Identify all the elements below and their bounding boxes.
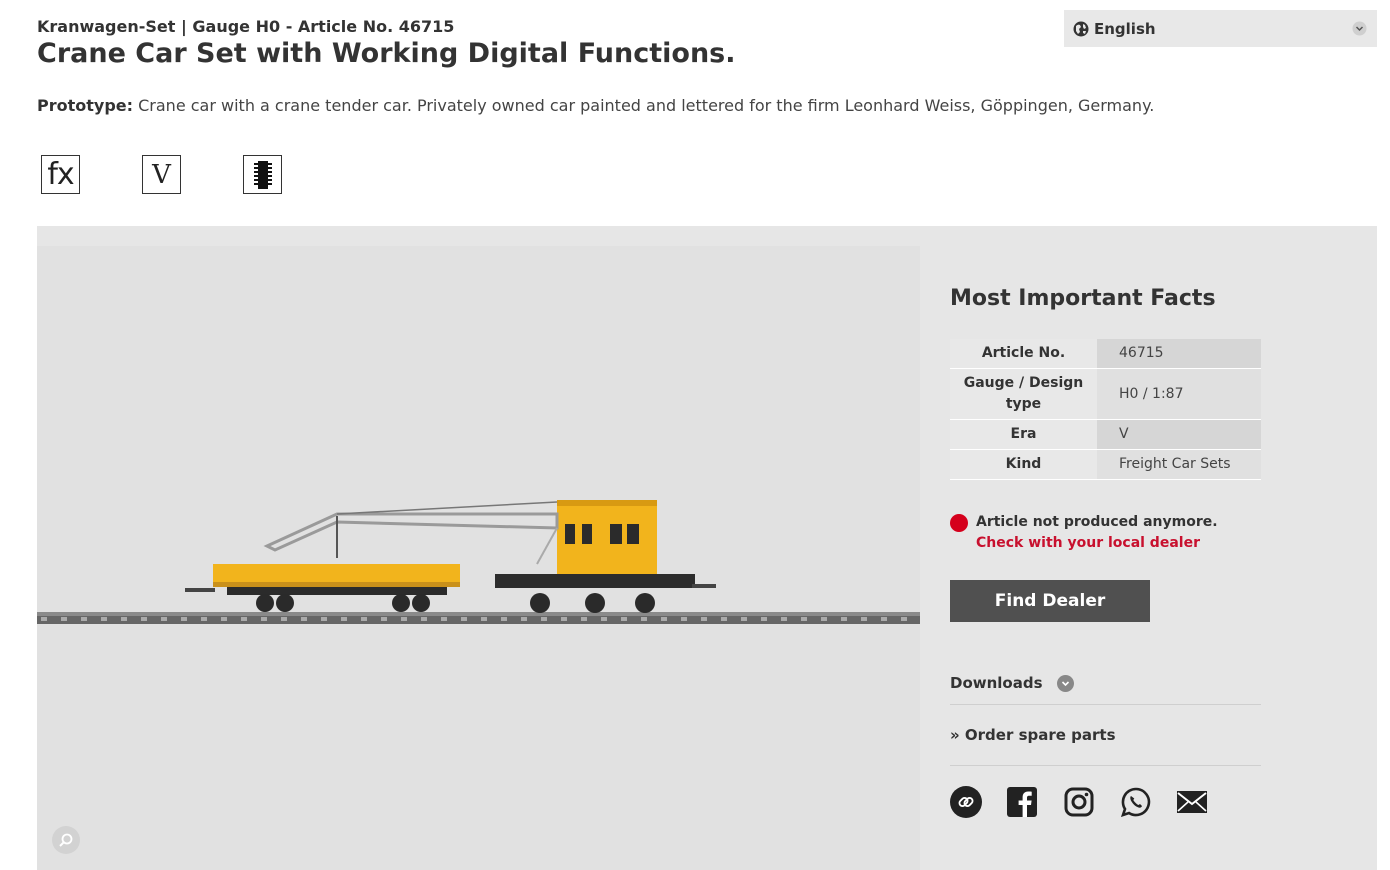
- fact-key: Gauge / Design type: [950, 368, 1097, 420]
- facts-row: Gauge / Design type H0 / 1:87: [950, 368, 1261, 420]
- crane-car-set-image: [37, 500, 920, 624]
- status-dot-icon: [950, 514, 968, 532]
- divider: [950, 765, 1261, 766]
- fx-function-icon[interactable]: fx: [41, 155, 80, 194]
- breadcrumb: Kranwagen-Set | Gauge H0 - Article No. 4…: [37, 17, 455, 36]
- downloads-label: Downloads: [950, 674, 1043, 692]
- status-text: Article not produced anymore.: [976, 514, 1218, 530]
- local-dealer-link[interactable]: Check with your local dealer: [976, 535, 1200, 551]
- instagram-icon[interactable]: [1063, 786, 1095, 818]
- chevron-down-icon: [1352, 21, 1367, 36]
- globe-icon: [1073, 21, 1089, 36]
- fact-value: 46715: [1097, 339, 1261, 369]
- prototype-description: Prototype: Crane car with a crane tender…: [37, 96, 1154, 115]
- fact-value: V: [1097, 419, 1261, 450]
- facts-table: Article No. 46715 Gauge / Design type H0…: [950, 339, 1261, 480]
- order-spare-parts-link[interactable]: » Order spare parts: [950, 726, 1116, 744]
- facts-title: Most Important Facts: [950, 286, 1216, 311]
- digital-decoder-icon[interactable]: [243, 155, 282, 194]
- fx-glyph: fx: [47, 157, 74, 192]
- fact-key: Era: [950, 419, 1097, 450]
- era-v-icon[interactable]: V: [142, 155, 181, 194]
- copy-link-icon[interactable]: [950, 786, 982, 818]
- whatsapp-icon[interactable]: [1120, 786, 1152, 818]
- fact-key: Kind: [950, 449, 1097, 480]
- facts-row: Article No. 46715: [950, 339, 1261, 369]
- prototype-text: Crane car with a crane tender car. Priva…: [133, 96, 1155, 115]
- era-glyph: V: [152, 159, 171, 190]
- facts-row: Kind Freight Car Sets: [950, 449, 1261, 480]
- language-label: English: [1094, 19, 1156, 38]
- chip-icon: [253, 160, 272, 189]
- zoom-button[interactable]: [52, 826, 80, 854]
- prototype-label: Prototype:: [37, 96, 134, 115]
- language-select[interactable]: English: [1064, 10, 1377, 47]
- divider: [950, 704, 1261, 705]
- fact-value: H0 / 1:87: [1097, 368, 1261, 420]
- product-image[interactable]: [37, 246, 920, 870]
- email-icon[interactable]: [1176, 786, 1208, 818]
- fact-value: Freight Car Sets: [1097, 449, 1261, 480]
- page-title: Crane Car Set with Working Digital Funct…: [37, 38, 736, 69]
- magnifier-icon: [59, 833, 73, 847]
- fact-key: Article No.: [950, 339, 1097, 369]
- find-dealer-button[interactable]: Find Dealer: [950, 580, 1150, 622]
- facts-row: Era V: [950, 419, 1261, 450]
- chevron-down-icon: [1056, 674, 1074, 692]
- downloads-toggle[interactable]: Downloads: [950, 674, 1074, 692]
- facebook-icon[interactable]: [1006, 786, 1038, 818]
